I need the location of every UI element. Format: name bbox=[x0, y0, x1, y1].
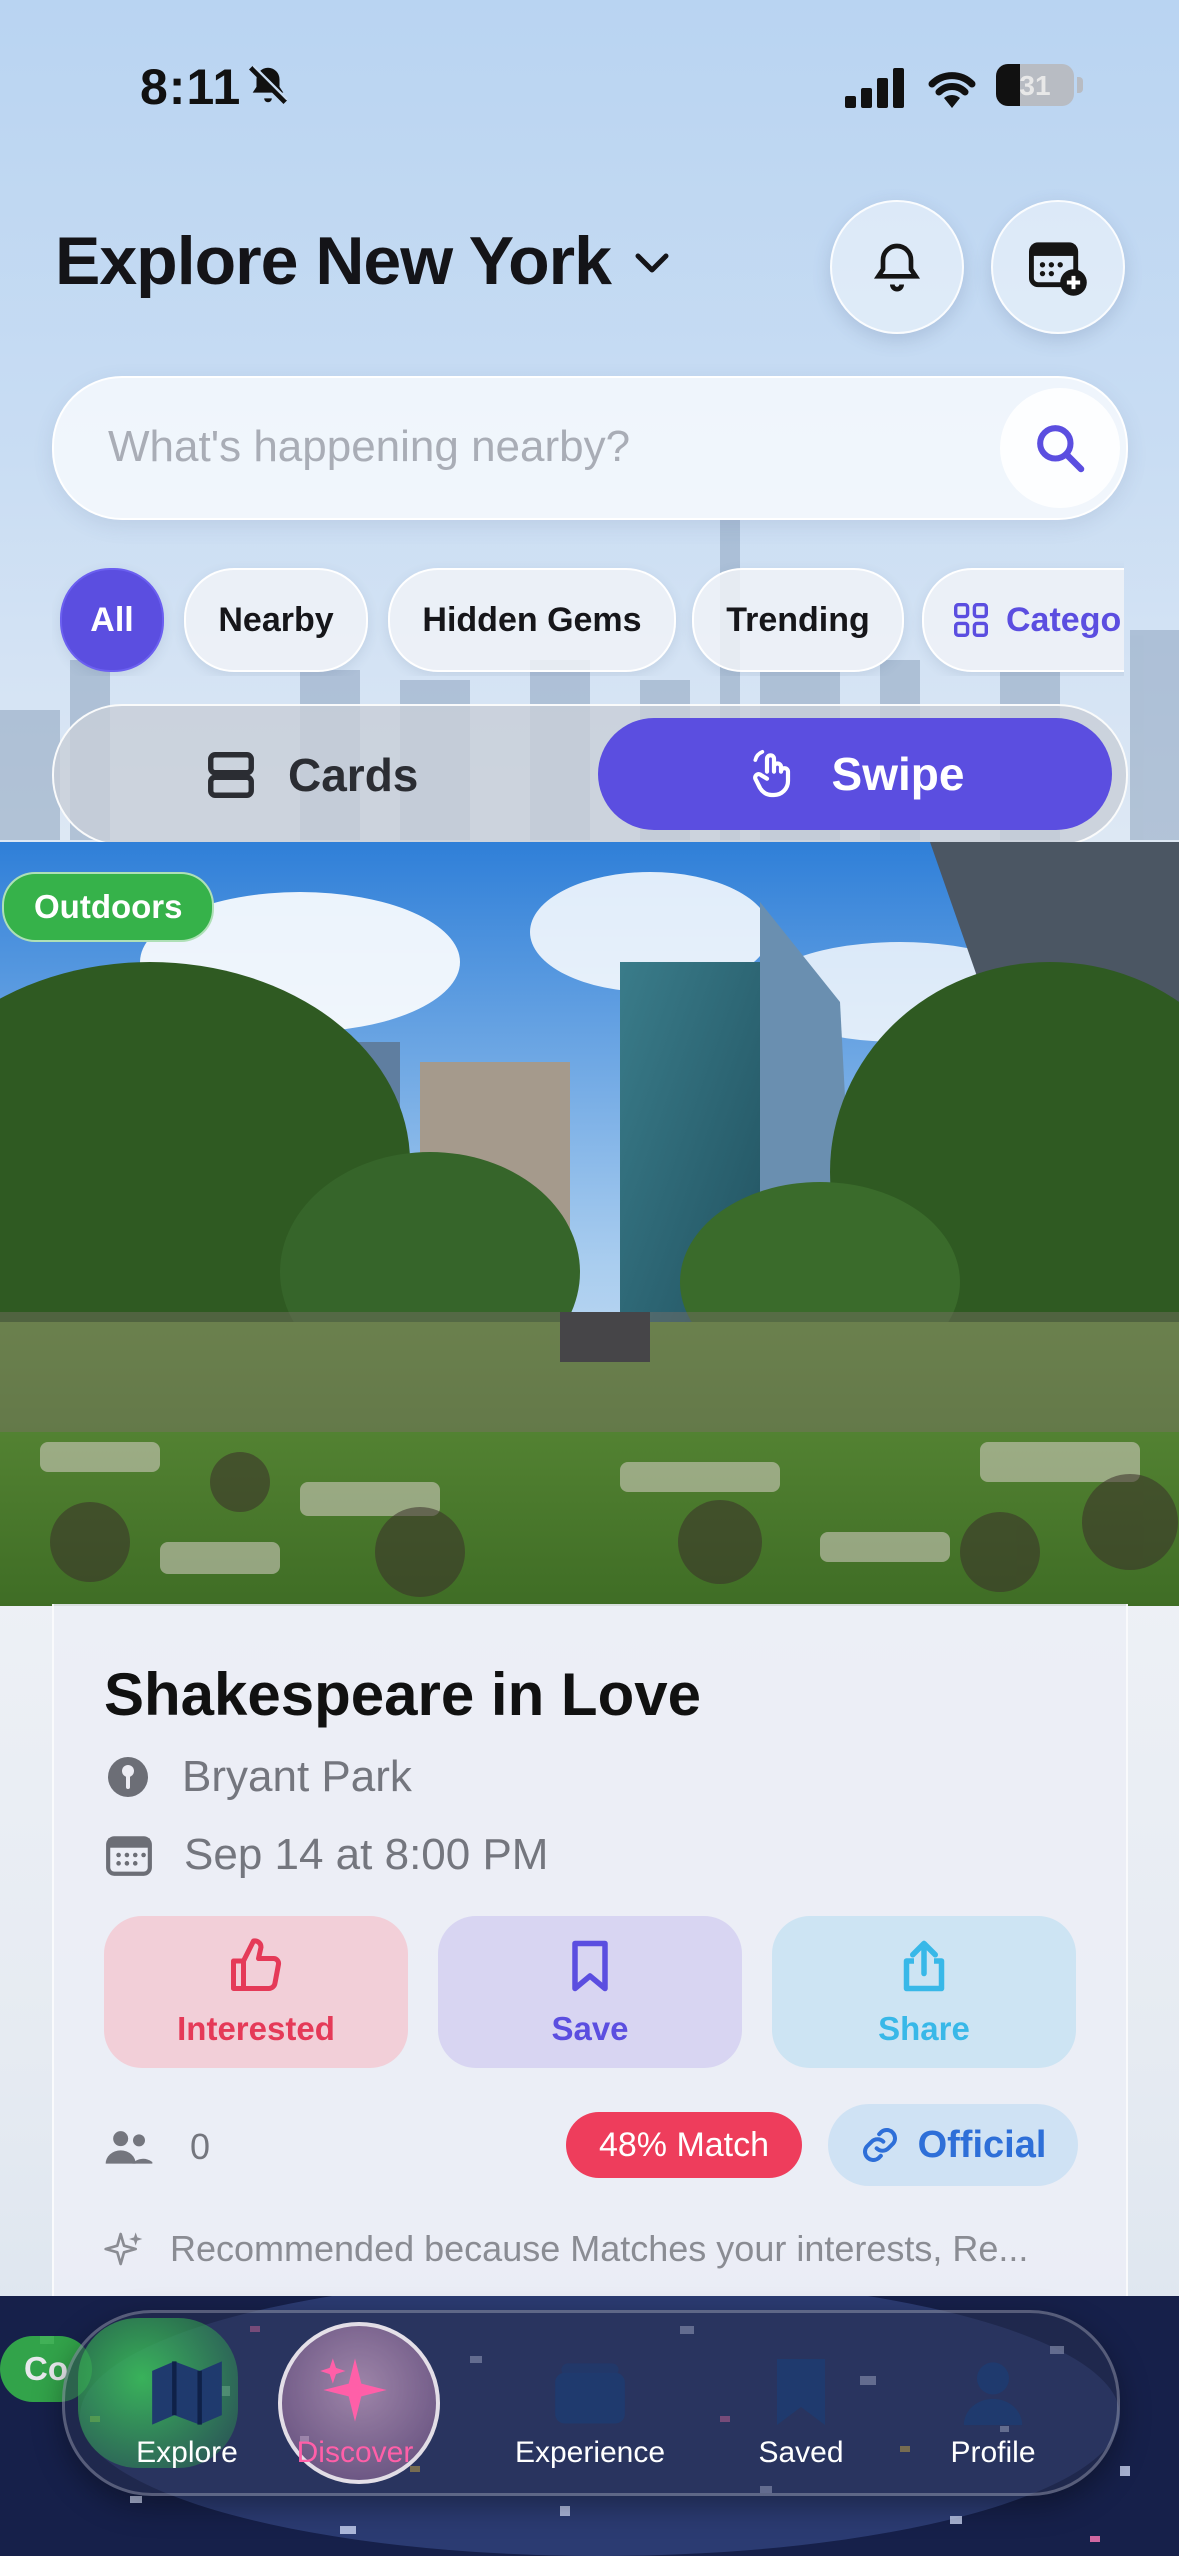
ticket-icon bbox=[555, 2363, 625, 2424]
official-label: Official bbox=[917, 2123, 1047, 2166]
view-toggle: Cards Swipe bbox=[52, 704, 1128, 846]
tab-experience[interactable]: Experience bbox=[500, 2310, 680, 2490]
add-to-calendar-button[interactable] bbox=[991, 200, 1125, 334]
wifi-icon bbox=[928, 72, 976, 108]
calendar-icon bbox=[106, 1836, 152, 1876]
tab-explore-label: Explore bbox=[136, 2436, 238, 2469]
calendar-add-icon bbox=[1028, 242, 1087, 296]
filter-chip-hidden-gems[interactable]: Hidden Gems bbox=[388, 568, 676, 672]
search-button[interactable] bbox=[1000, 388, 1120, 508]
battery-indicator: 31 bbox=[996, 64, 1074, 106]
search-input[interactable] bbox=[106, 416, 990, 478]
chevron-down-icon[interactable] bbox=[632, 250, 672, 278]
share-icon bbox=[903, 1940, 945, 1992]
person-icon bbox=[963, 2362, 1023, 2426]
sparkles-icon bbox=[104, 2232, 143, 2266]
map-icon bbox=[152, 2361, 222, 2425]
save-label: Save bbox=[551, 2010, 629, 2047]
tab-saved-label: Saved bbox=[758, 2436, 844, 2469]
attendee-count-value: 0 bbox=[190, 2126, 211, 2167]
cards-view-label: Cards bbox=[288, 749, 419, 801]
recommendation-reason: Recommended because Matches your interes… bbox=[104, 2228, 1028, 2270]
bell-icon bbox=[873, 243, 921, 292]
swipe-view-label: Swipe bbox=[831, 748, 965, 800]
grid-icon bbox=[954, 603, 988, 637]
interested-button[interactable]: Interested bbox=[104, 1916, 408, 2068]
cellular-signal-icon bbox=[845, 68, 904, 108]
event-photo[interactable] bbox=[0, 842, 1179, 1606]
event-date-row: Sep 14 at 8:00 PM bbox=[104, 1830, 548, 1880]
filter-chip-all[interactable]: All bbox=[60, 568, 164, 672]
swipe-view-button[interactable]: Swipe bbox=[598, 718, 1112, 830]
cards-icon bbox=[208, 752, 254, 798]
tab-discover[interactable]: Discover bbox=[265, 2310, 445, 2490]
filter-chip-nearby[interactable]: Nearby bbox=[184, 568, 368, 672]
hand-tap-icon bbox=[752, 749, 790, 798]
event-location: Bryant Park bbox=[182, 1752, 412, 1801]
status-time: 8:11 bbox=[140, 59, 242, 115]
search-icon bbox=[1037, 425, 1085, 473]
tab-profile-label: Profile bbox=[950, 2436, 1036, 2469]
category-tag: Outdoors bbox=[2, 872, 215, 942]
people-icon bbox=[105, 2131, 153, 2164]
share-button[interactable]: Share bbox=[772, 1916, 1076, 2068]
page-title[interactable]: Explore New York bbox=[55, 222, 612, 300]
match-badge: 48% Match bbox=[566, 2112, 802, 2178]
search-bar bbox=[52, 376, 1128, 520]
bookmark-icon bbox=[777, 2359, 825, 2425]
tab-discover-label: Discover bbox=[296, 2436, 414, 2469]
official-link-button[interactable]: Official bbox=[828, 2104, 1078, 2186]
filter-chip-trending[interactable]: Trending bbox=[692, 568, 904, 672]
filter-chip-categories[interactable]: Catego bbox=[922, 568, 1124, 672]
event-title: Shakespeare in Love bbox=[104, 1661, 701, 1728]
link-icon bbox=[862, 2128, 897, 2162]
notifications-button[interactable] bbox=[830, 200, 964, 334]
tab-experience-label: Experience bbox=[514, 2436, 666, 2469]
sparkles-icon bbox=[320, 2358, 387, 2422]
thumbs-up-icon bbox=[231, 1938, 282, 1991]
event-datetime: Sep 14 at 8:00 PM bbox=[184, 1830, 549, 1879]
bell-off-icon bbox=[248, 65, 288, 105]
event-location-row: Bryant Park bbox=[104, 1752, 412, 1802]
cards-view-button[interactable]: Cards bbox=[204, 748, 418, 802]
filter-chip-categories-label: Catego bbox=[1006, 600, 1122, 639]
tab-saved[interactable]: Saved bbox=[711, 2310, 891, 2490]
filter-chips: All Nearby Hidden Gems Trending Catego bbox=[52, 560, 1124, 676]
recommendation-text: Recommended because Matches your interes… bbox=[170, 2228, 1029, 2269]
location-pin-icon bbox=[108, 1757, 148, 1797]
battery-level-text: 31 bbox=[1019, 70, 1051, 101]
attendee-count: 0 bbox=[104, 2126, 210, 2168]
save-button[interactable]: Save bbox=[438, 1916, 742, 2068]
event-card[interactable]: Shakespeare in Love Bryant Park Sep 14 a… bbox=[52, 1604, 1128, 2304]
tab-explore[interactable]: Explore bbox=[97, 2310, 277, 2490]
battery-cap bbox=[1077, 77, 1083, 93]
bookmark-icon bbox=[572, 1940, 608, 1992]
share-label: Share bbox=[878, 2010, 970, 2047]
interested-label: Interested bbox=[177, 2010, 335, 2047]
tab-profile[interactable]: Profile bbox=[903, 2310, 1083, 2490]
